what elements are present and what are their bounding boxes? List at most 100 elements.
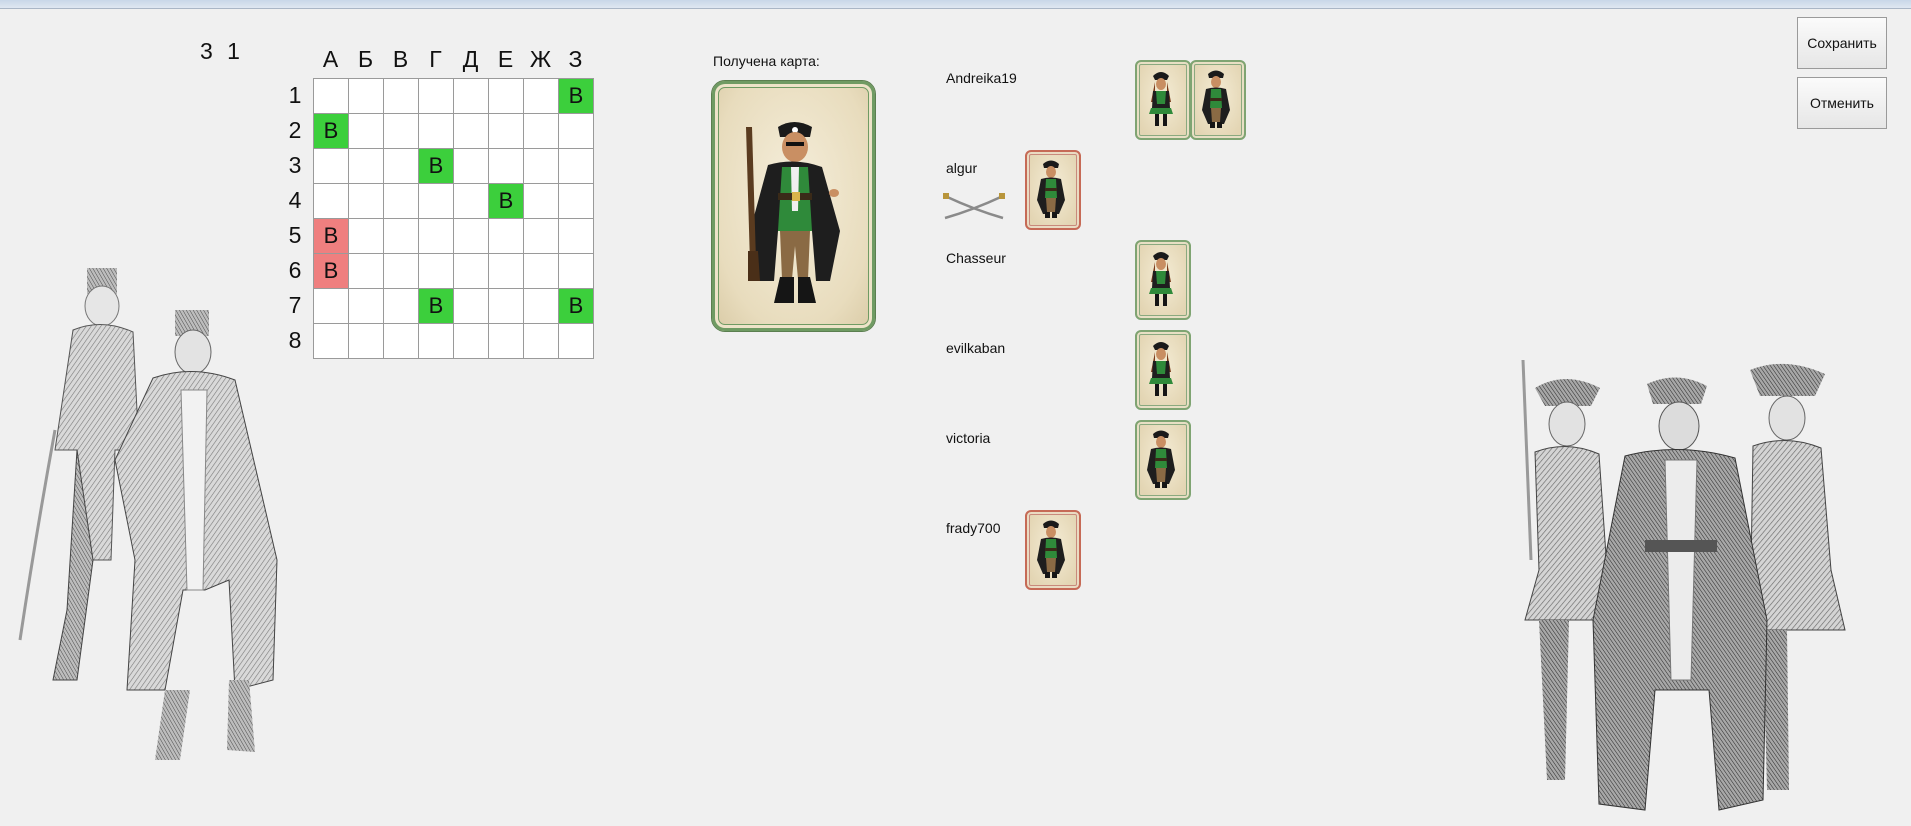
board-cell-hit[interactable]: В xyxy=(314,114,349,149)
board-cell[interactable] xyxy=(419,184,454,219)
player-name: algur xyxy=(946,160,978,176)
board-cell[interactable] xyxy=(489,79,524,114)
player-card[interactable] xyxy=(1135,420,1191,500)
board-cell[interactable] xyxy=(524,254,559,289)
board-cell[interactable] xyxy=(384,114,419,149)
player-card[interactable] xyxy=(1135,60,1191,140)
board-cell-hit[interactable]: В xyxy=(419,149,454,184)
board-cell[interactable] xyxy=(384,184,419,219)
board-cell[interactable] xyxy=(349,114,384,149)
board-cell[interactable] xyxy=(454,289,489,324)
board-cell[interactable] xyxy=(524,184,559,219)
board-cell[interactable] xyxy=(454,324,489,359)
board-cell[interactable] xyxy=(349,219,384,254)
board-column-label: Е xyxy=(497,46,514,72)
board-cell[interactable] xyxy=(454,114,489,149)
board-cell[interactable] xyxy=(454,254,489,289)
board-cell[interactable] xyxy=(489,254,524,289)
board-cell[interactable] xyxy=(559,254,594,289)
board-cell[interactable] xyxy=(349,149,384,184)
board-cell[interactable] xyxy=(349,289,384,324)
board-cell-hit[interactable]: В xyxy=(489,184,524,219)
hussars-illustration xyxy=(18,268,278,760)
board-cell-miss[interactable]: В xyxy=(314,254,349,289)
board-cell[interactable] xyxy=(524,324,559,359)
board-cell-hit[interactable]: В xyxy=(559,289,594,324)
board-cell[interactable] xyxy=(419,254,454,289)
player-card[interactable] xyxy=(1135,330,1191,410)
pirates-illustration xyxy=(1521,360,1846,811)
board-cell[interactable] xyxy=(524,149,559,184)
player-card[interactable] xyxy=(1135,240,1191,320)
board-cell[interactable] xyxy=(559,324,594,359)
received-card[interactable] xyxy=(711,80,876,332)
player-card[interactable] xyxy=(1025,150,1081,230)
board-cell[interactable] xyxy=(314,289,349,324)
board-cell[interactable] xyxy=(559,219,594,254)
board-cell[interactable] xyxy=(454,149,489,184)
pirate-woman-icon xyxy=(1149,252,1173,306)
board-cell[interactable] xyxy=(489,324,524,359)
board-row-label: 2 xyxy=(288,117,302,143)
board-cell[interactable] xyxy=(349,254,384,289)
board-column-label: Б xyxy=(357,46,374,72)
board-cell[interactable] xyxy=(419,219,454,254)
board-row-label: 1 xyxy=(288,82,302,108)
board-cell[interactable] xyxy=(559,184,594,219)
board-cell[interactable] xyxy=(524,289,559,324)
game-board[interactable]: ВВВВВВВВ xyxy=(313,78,594,359)
board-cell[interactable] xyxy=(384,254,419,289)
board-cell[interactable] xyxy=(524,114,559,149)
board-cell[interactable] xyxy=(454,79,489,114)
board-cell[interactable] xyxy=(349,79,384,114)
cancel-button[interactable]: Отменить xyxy=(1797,77,1887,129)
board-column-label: Ж xyxy=(529,46,552,72)
crossed-swords-icon xyxy=(943,193,1005,220)
board-row-label: 5 xyxy=(288,222,302,248)
board-cell[interactable] xyxy=(384,79,419,114)
player-name: evilkaban xyxy=(946,340,1006,356)
board-cell[interactable] xyxy=(559,149,594,184)
received-card-label: Получена карта: xyxy=(713,53,820,69)
pirate-man-icon xyxy=(1147,430,1175,488)
board-cell-miss[interactable]: В xyxy=(314,219,349,254)
player-name: Andreika19 xyxy=(946,70,1017,86)
pirate-man-icon xyxy=(1202,70,1230,128)
board-column-label: Г xyxy=(429,46,442,72)
board-cell[interactable] xyxy=(314,184,349,219)
player-card[interactable] xyxy=(1190,60,1246,140)
board-row-label: 4 xyxy=(288,187,302,213)
player-card[interactable] xyxy=(1025,510,1081,590)
board-cell[interactable] xyxy=(384,324,419,359)
board-column-label: А xyxy=(322,46,339,72)
board-cell[interactable] xyxy=(384,289,419,324)
board-cell[interactable] xyxy=(489,219,524,254)
board-cell[interactable] xyxy=(314,79,349,114)
board-cell[interactable] xyxy=(454,184,489,219)
board-cell[interactable] xyxy=(419,324,454,359)
board-cell[interactable] xyxy=(559,114,594,149)
board-cell[interactable] xyxy=(419,79,454,114)
save-button[interactable]: Сохранить xyxy=(1797,17,1887,69)
board-cell[interactable] xyxy=(489,289,524,324)
pirate-man-icon xyxy=(1037,520,1065,578)
board-cell[interactable] xyxy=(349,324,384,359)
pirate-man-icon xyxy=(746,122,840,303)
board-cell[interactable] xyxy=(314,324,349,359)
board-cell[interactable] xyxy=(524,219,559,254)
player-name: victoria xyxy=(946,430,991,446)
board-cell[interactable] xyxy=(314,149,349,184)
board-cell[interactable] xyxy=(419,114,454,149)
board-cell-hit[interactable]: В xyxy=(419,289,454,324)
board-cell[interactable] xyxy=(349,184,384,219)
board-cell[interactable] xyxy=(454,219,489,254)
board-cell-hit[interactable]: В xyxy=(559,79,594,114)
board-cell[interactable] xyxy=(489,149,524,184)
board-cell[interactable] xyxy=(384,219,419,254)
board-cell[interactable] xyxy=(384,149,419,184)
pirate-man-icon xyxy=(1037,160,1065,218)
board-cell[interactable] xyxy=(489,114,524,149)
board-cell[interactable] xyxy=(524,79,559,114)
pirate-woman-icon xyxy=(1149,342,1173,396)
player-name: frady700 xyxy=(946,520,1001,536)
